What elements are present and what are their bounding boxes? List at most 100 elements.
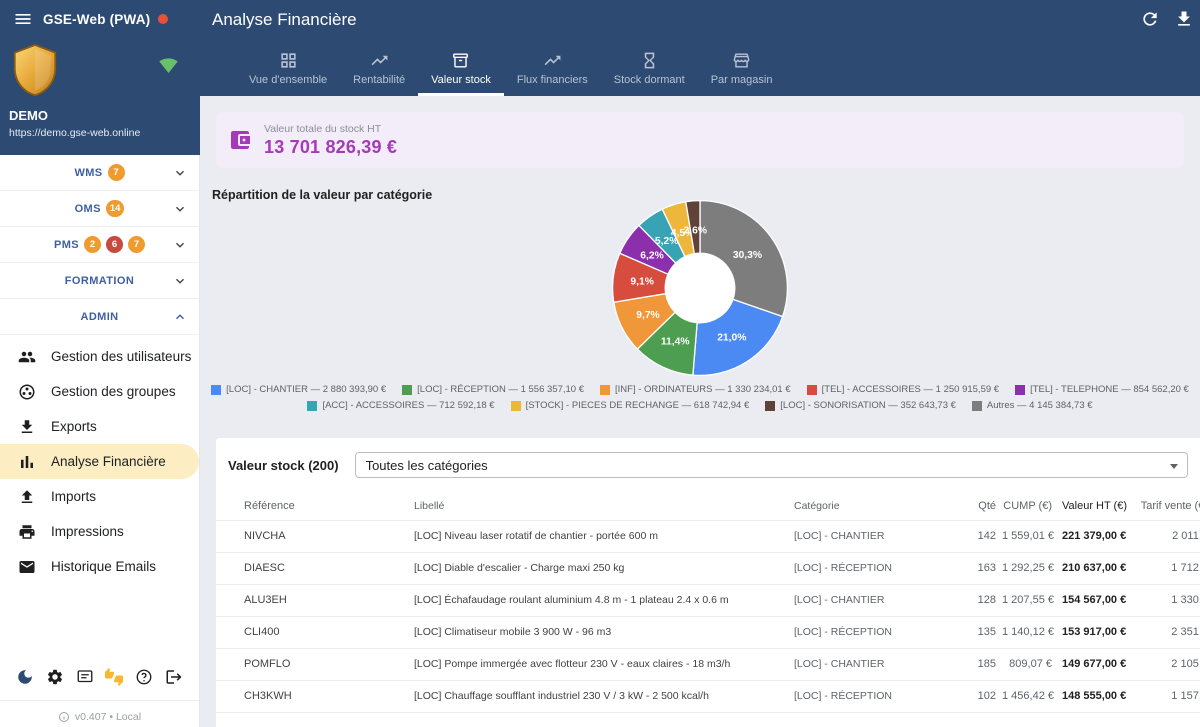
feedback-thumbs-icon[interactable] bbox=[105, 668, 123, 686]
chevron-up-icon bbox=[173, 310, 187, 324]
legend-swatch bbox=[402, 385, 412, 395]
table-row[interactable]: POMFLO [LOC] Pompe immergée avec flotteu… bbox=[216, 648, 1200, 680]
trending-up-icon bbox=[370, 51, 389, 70]
cell-libelle: [LOC] Diable d'escalier - Charge maxi 25… bbox=[402, 552, 782, 584]
table-header-row: Référence Libellé Catégorie Qté CUMP (€)… bbox=[216, 492, 1200, 520]
cell-tarif-vente: 2 011,5 bbox=[1128, 520, 1200, 552]
cell-libelle: [LOC] Niveau laser rotatif de chantier -… bbox=[402, 520, 782, 552]
analysis-tabs: Vue d'ensemble Rentabilité Valeur stock … bbox=[200, 40, 1200, 96]
info-icon bbox=[58, 711, 70, 723]
legend-item: [STOCK] - PIECES DE RECHANGE — 618 742,9… bbox=[511, 400, 750, 411]
cell-cump: 1 140,12 € bbox=[1002, 616, 1062, 648]
help-icon[interactable] bbox=[135, 668, 153, 686]
refresh-icon[interactable] bbox=[1140, 9, 1160, 29]
chevron-down-icon bbox=[173, 238, 187, 252]
menu-item-historique-emails[interactable]: Historique Emails bbox=[0, 549, 199, 584]
cell-cump: 1 559,01 € bbox=[1002, 520, 1062, 552]
svg-text:11,4%: 11,4% bbox=[661, 336, 690, 347]
menu-item-label: Historique Emails bbox=[51, 559, 156, 574]
table-row[interactable]: NIVCHA [LOC] Niveau laser rotatif de cha… bbox=[216, 520, 1200, 552]
legend-swatch bbox=[307, 401, 317, 411]
wifi-status-icon bbox=[159, 56, 178, 75]
logout-icon[interactable] bbox=[165, 668, 183, 686]
version-label: v0.407 • Local bbox=[75, 711, 141, 723]
chart-legend: [LOC] - CHANTIER — 2 880 393,90 € [LOC] … bbox=[210, 384, 1190, 411]
environment-url: https://demo.gse-web.online bbox=[9, 127, 140, 139]
tab-rentabilite[interactable]: Rentabilité bbox=[340, 40, 418, 96]
table-row[interactable]: CLI400 [LOC] Climatiseur mobile 3 900 W … bbox=[216, 616, 1200, 648]
wallet-icon bbox=[228, 128, 252, 152]
category-select[interactable]: Toutes les catégories bbox=[355, 452, 1188, 478]
cell-valeur-ht: 221 379,00 € bbox=[1062, 520, 1128, 552]
legend-item: [TEL] - TELEPHONE — 854 562,20 € bbox=[1015, 384, 1189, 395]
menu-item-impressions[interactable]: Impressions bbox=[0, 514, 199, 549]
cell-categorie: [LOC] - RÉCEPTION bbox=[782, 616, 962, 648]
svg-text:9,7%: 9,7% bbox=[636, 310, 660, 321]
cell-cump: 1 456,42 € bbox=[1002, 680, 1062, 712]
column-header: Catégorie bbox=[782, 492, 962, 520]
svg-text:21,0%: 21,0% bbox=[717, 333, 746, 344]
chat-icon[interactable] bbox=[76, 668, 94, 686]
cell-categorie: [LOC] - RÉCEPTION bbox=[782, 680, 962, 712]
tab-par-magasin[interactable]: Par magasin bbox=[698, 40, 786, 96]
tab-flux-financiers[interactable]: Flux financiers bbox=[504, 40, 601, 96]
menu-item-gestion-groupes[interactable]: Gestion des groupes bbox=[0, 374, 199, 409]
cell-qte: 102 bbox=[962, 680, 1002, 712]
sidebar-group-admin[interactable]: ADMIN bbox=[0, 299, 199, 335]
tab-label: Rentabilité bbox=[353, 74, 405, 86]
users-icon bbox=[18, 348, 36, 366]
tab-label: Vue d'ensemble bbox=[249, 74, 327, 86]
settings-gear-icon[interactable] bbox=[46, 668, 64, 686]
sidebar-group-pms[interactable]: PMS 2 6 7 bbox=[0, 227, 199, 263]
menu-item-exports[interactable]: Exports bbox=[0, 409, 199, 444]
table-row[interactable]: CH3KWH [LOC] Chauffage soufflant industr… bbox=[216, 680, 1200, 712]
sidebar-group-oms[interactable]: OMS 14 bbox=[0, 191, 199, 227]
svg-text:6,2%: 6,2% bbox=[640, 251, 664, 262]
cell-valeur-ht: 210 637,00 € bbox=[1062, 552, 1128, 584]
group-label: WMS bbox=[74, 167, 102, 179]
cell-cump: 1 292,25 € bbox=[1002, 552, 1062, 584]
table-row[interactable]: ALU3EH [LOC] Échafaudage roulant alumini… bbox=[216, 584, 1200, 616]
menu-item-gestion-utilisateurs[interactable]: Gestion des utilisateurs bbox=[0, 339, 199, 374]
menu-item-imports[interactable]: Imports bbox=[0, 479, 199, 514]
tab-valeur-stock[interactable]: Valeur stock bbox=[418, 40, 504, 96]
group-label: OMS bbox=[75, 203, 101, 215]
chevron-down-icon bbox=[1170, 464, 1178, 469]
badge: 7 bbox=[128, 236, 145, 253]
sidebar-group-wms[interactable]: WMS 7 bbox=[0, 155, 199, 191]
legend-item: [LOC] - CHANTIER — 2 880 393,90 € bbox=[211, 384, 386, 395]
hamburger-menu-icon[interactable] bbox=[13, 9, 33, 29]
chart-title: Répartition de la valeur par catégorie bbox=[212, 188, 432, 202]
cell-cump: 809,07 € bbox=[1002, 648, 1062, 680]
column-header: Qté bbox=[962, 492, 1002, 520]
divider bbox=[0, 700, 199, 701]
sidebar-group-formation[interactable]: FORMATION bbox=[0, 263, 199, 299]
cell-categorie: [LOC] - CHANTIER bbox=[782, 520, 962, 552]
printer-icon bbox=[18, 523, 36, 541]
tab-label: Flux financiers bbox=[517, 74, 588, 86]
cell-valeur-ht: 153 917,00 € bbox=[1062, 616, 1128, 648]
environment-name: DEMO bbox=[9, 108, 48, 123]
column-header: Libellé bbox=[402, 492, 782, 520]
bar-chart-icon bbox=[18, 453, 36, 471]
cell-valeur-ht: 148 555,00 € bbox=[1062, 680, 1128, 712]
legend-swatch bbox=[765, 401, 775, 411]
dark-mode-icon[interactable] bbox=[16, 668, 34, 686]
table-row[interactable]: DIAESC [LOC] Diable d'escalier - Charge … bbox=[216, 552, 1200, 584]
cell-categorie: [LOC] - CHANTIER bbox=[782, 648, 962, 680]
cell-qte: 142 bbox=[962, 520, 1002, 552]
notification-dot bbox=[158, 14, 168, 24]
chevron-down-icon bbox=[173, 202, 187, 216]
menu-item-analyse-financiere[interactable]: Analyse Financière bbox=[0, 444, 199, 479]
table-title: Valeur stock (200) bbox=[228, 458, 339, 473]
tab-vue-densemble[interactable]: Vue d'ensemble bbox=[236, 40, 340, 96]
tab-stock-dormant[interactable]: Stock dormant bbox=[601, 40, 698, 96]
svg-text:30,3%: 30,3% bbox=[733, 250, 762, 261]
cell-reference: POMFLO bbox=[216, 648, 402, 680]
cell-reference: DIAESC bbox=[216, 552, 402, 584]
chevron-down-icon bbox=[173, 166, 187, 180]
cell-tarif-vente: 1 330,2 bbox=[1128, 584, 1200, 616]
badge: 6 bbox=[106, 236, 123, 253]
download-icon[interactable] bbox=[1174, 9, 1194, 29]
archive-icon bbox=[451, 51, 470, 70]
